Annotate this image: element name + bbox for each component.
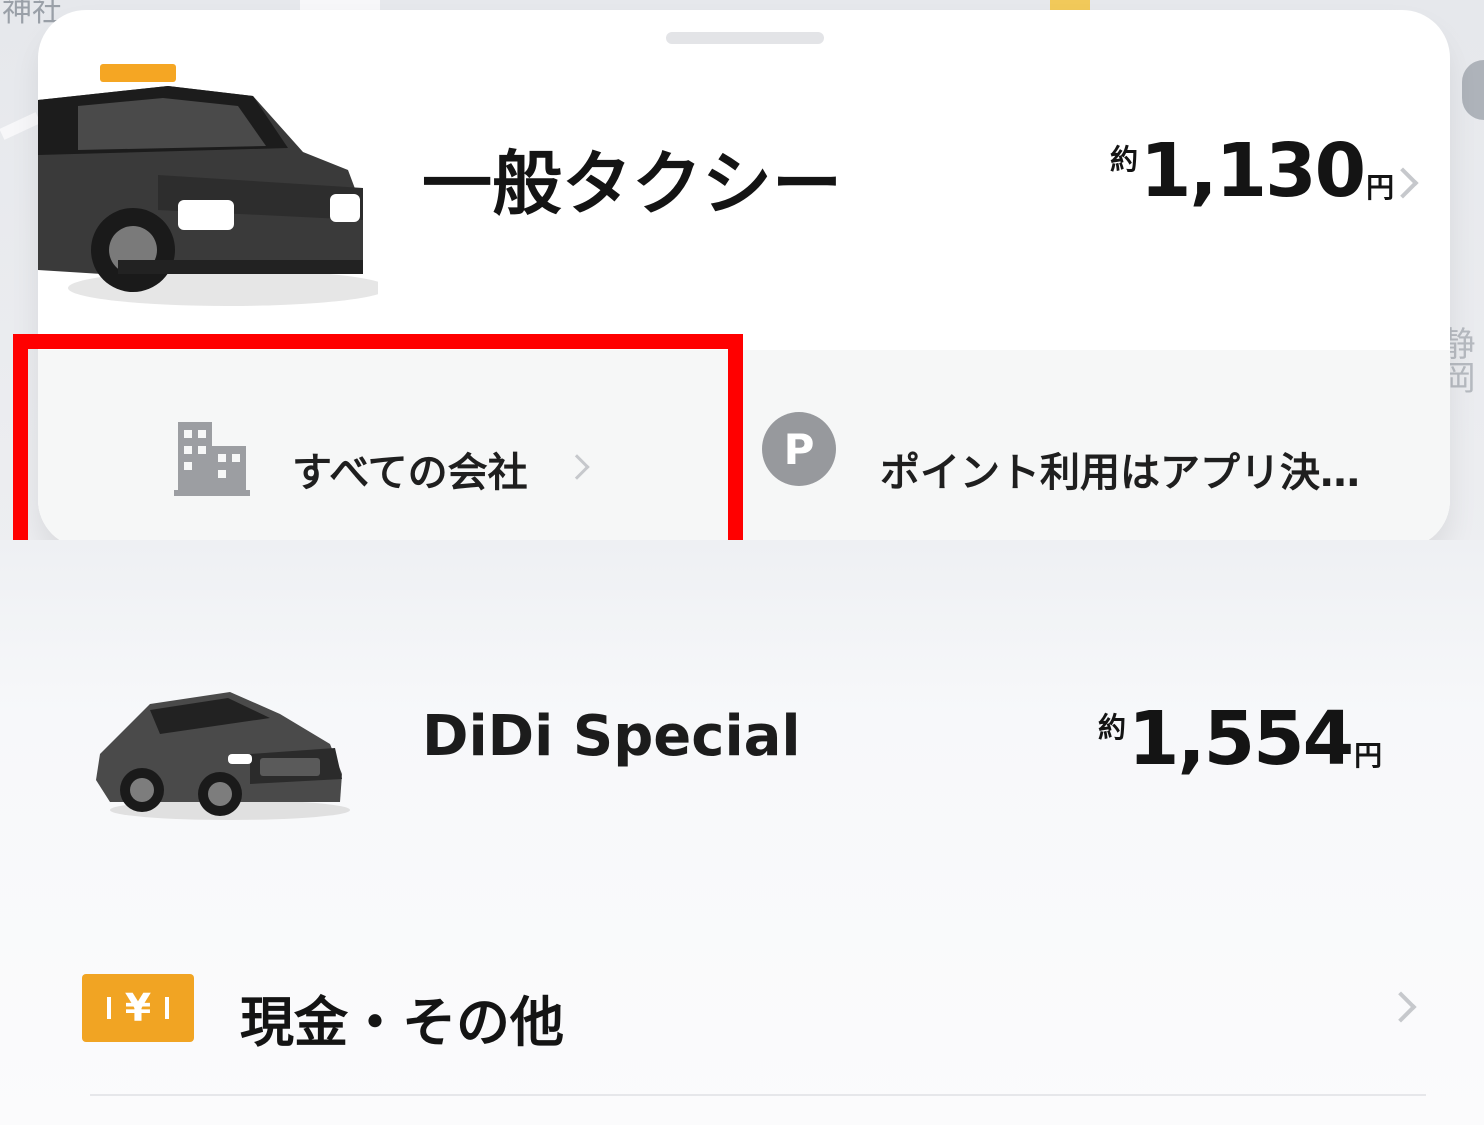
map-pin-icon[interactable] (1462, 60, 1484, 120)
price-value: 1,130 (1140, 128, 1366, 214)
yen-symbol: ¥ (124, 986, 152, 1030)
map-road (300, 0, 380, 10)
points-payment-label: ポイント利用はアプリ決… (880, 450, 1360, 496)
price-prefix: 約 (1098, 711, 1127, 744)
sedan-car-image (96, 692, 350, 820)
payment-method-label: 現金・その他 (240, 991, 564, 1054)
yen-cash-icon: ¥ (82, 974, 194, 1042)
price-unit: 円 (1354, 739, 1383, 772)
map-road (0, 112, 41, 140)
points-icon: P (762, 412, 836, 486)
map-road (1050, 0, 1090, 10)
price-estimate: 約 1,130 円 (1110, 134, 1394, 208)
price-prefix: 約 (1110, 143, 1139, 176)
sheet-grabber-handle[interactable] (666, 32, 824, 44)
vehicle-name: 一般タクシー (422, 143, 842, 225)
vehicle-name: DiDi Special (422, 704, 801, 769)
vehicle-option-didi-special[interactable]: DiDi Special 約 1,554 円 (38, 640, 1450, 860)
taxi-car-image (38, 64, 378, 306)
price-estimate: 約 1,554 円 (1098, 702, 1382, 776)
highlight-box (13, 334, 743, 564)
price-value: 1,554 (1128, 696, 1354, 782)
divider (90, 1094, 1426, 1096)
